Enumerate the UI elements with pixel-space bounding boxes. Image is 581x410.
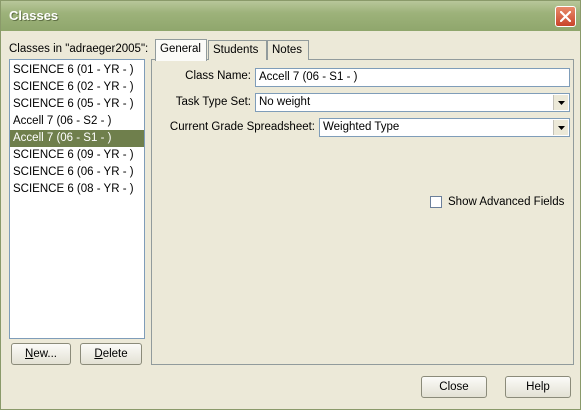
grade-spreadsheet-label: Current Grade Spreadsheet: — [169, 121, 315, 133]
chevron-down-icon[interactable] — [553, 95, 568, 110]
task-type-set-label: Task Type Set: — [175, 96, 251, 108]
class-name-input[interactable]: Accell 7 (06 - S1 - ) — [255, 68, 570, 87]
chevron-down-icon[interactable] — [553, 120, 568, 135]
tab-notes[interactable]: Notes — [267, 40, 309, 60]
classes-dialog: Classes Classes in "adraeger2005": SCIEN… — [0, 0, 581, 410]
show-advanced-fields-label: Show Advanced Fields — [448, 196, 565, 208]
help-button[interactable]: Help — [505, 376, 571, 398]
close-button[interactable]: Close — [421, 376, 487, 398]
class-list-item-selected[interactable]: Accell 7 (06 - S1 - ) — [10, 130, 144, 147]
new-class-button[interactable]: New... — [11, 343, 71, 365]
class-list-caption: Classes in "adraeger2005": — [9, 43, 149, 55]
window-title: Classes — [9, 8, 59, 23]
class-list[interactable]: SCIENCE 6 (01 - YR - ) SCIENCE 6 (02 - Y… — [9, 59, 145, 339]
class-list-item[interactable]: SCIENCE 6 (09 - YR - ) — [10, 147, 144, 164]
show-advanced-fields-toggle[interactable]: Show Advanced Fields — [430, 196, 564, 208]
general-tab-panel: Class Name: Accell 7 (06 - S1 - ) Task T… — [151, 59, 574, 365]
task-type-set-select[interactable]: No weight — [255, 93, 570, 112]
grade-spreadsheet-value: Weighted Type — [323, 121, 400, 133]
title-bar[interactable]: Classes — [1, 1, 580, 31]
close-x-icon — [560, 11, 571, 22]
close-window-button[interactable] — [555, 6, 576, 27]
show-advanced-fields-checkbox[interactable] — [430, 196, 442, 208]
class-list-item[interactable]: SCIENCE 6 (02 - YR - ) — [10, 79, 144, 96]
tab-general[interactable]: General — [155, 39, 207, 61]
class-list-item[interactable]: SCIENCE 6 (08 - YR - ) — [10, 181, 144, 198]
tab-students[interactable]: Students — [208, 40, 267, 60]
class-list-item[interactable]: SCIENCE 6 (01 - YR - ) — [10, 62, 144, 79]
class-list-item[interactable]: Accell 7 (06 - S2 - ) — [10, 113, 144, 130]
class-name-label: Class Name: — [185, 70, 251, 82]
class-list-item[interactable]: SCIENCE 6 (05 - YR - ) — [10, 96, 144, 113]
delete-class-button[interactable]: Delete — [80, 343, 142, 365]
class-list-item[interactable]: SCIENCE 6 (06 - YR - ) — [10, 164, 144, 181]
task-type-set-value: No weight — [259, 96, 311, 108]
grade-spreadsheet-select[interactable]: Weighted Type — [319, 118, 570, 137]
